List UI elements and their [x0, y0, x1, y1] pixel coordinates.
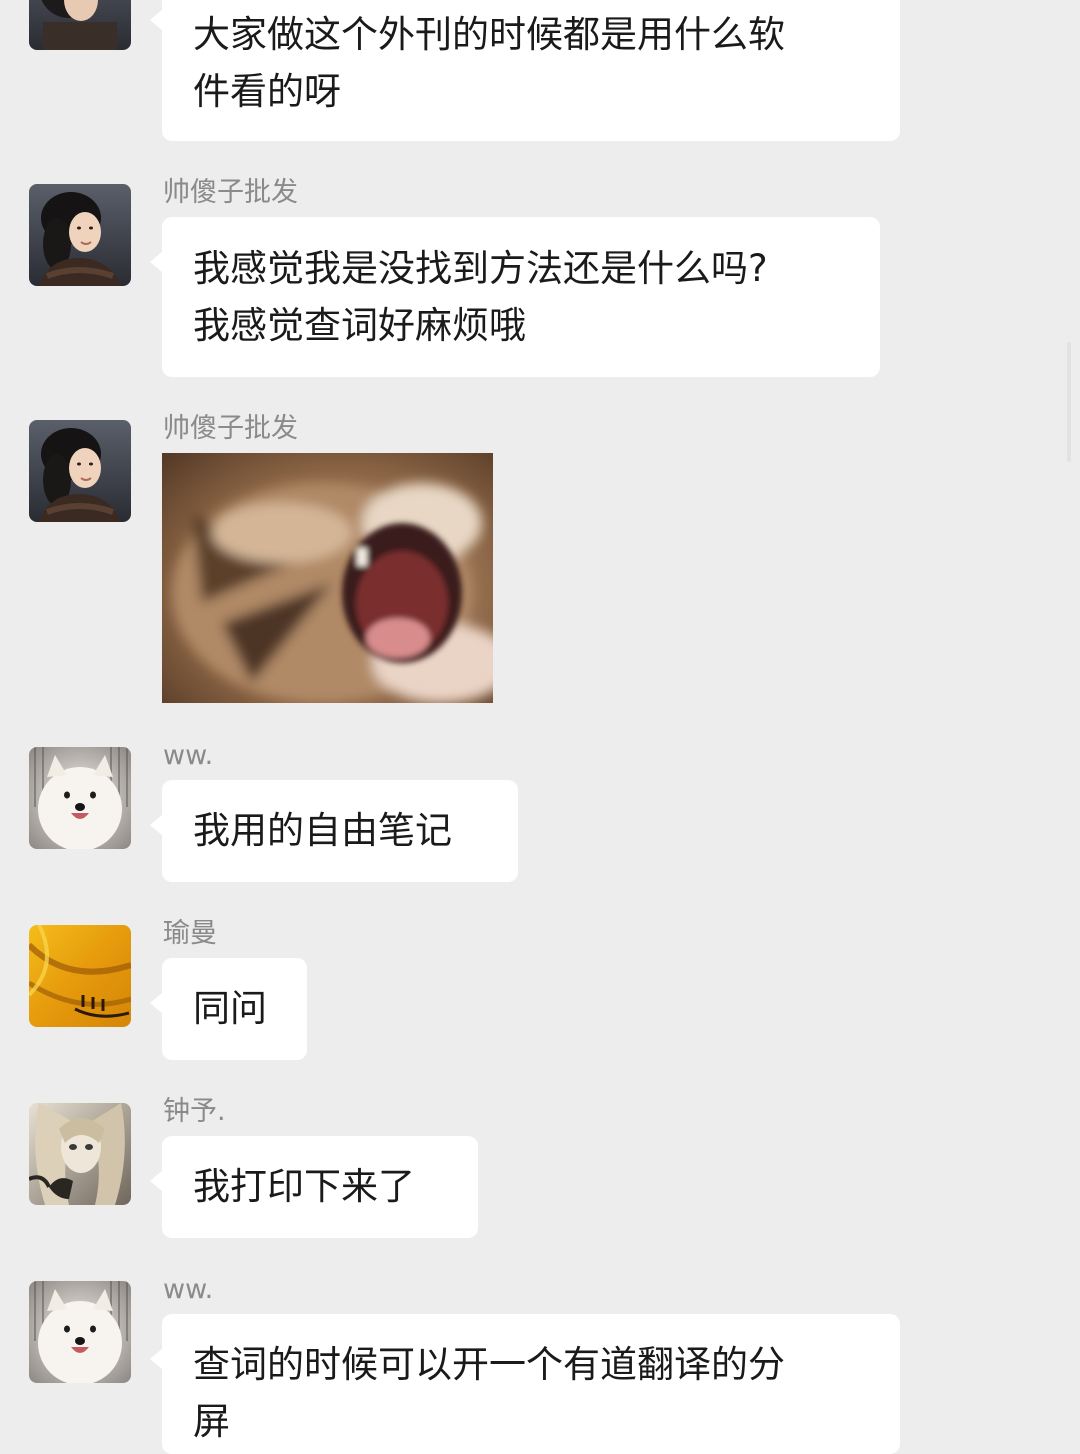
yellow-abstract-avatar[interactable]	[29, 925, 131, 1027]
message-text-line: 同问	[193, 987, 267, 1030]
chat-message-list[interactable]: 大家做这个外刊的时候都是用什么软 件看的呀 帅傻子批发 我感觉我是没找到方法还是…	[0, 0, 1080, 1454]
message-bubble[interactable]: 大家做这个外刊的时候都是用什么软 件看的呀	[150, 0, 900, 141]
white-dog-avatar[interactable]	[29, 747, 131, 849]
message-bubble[interactable]: 我打印下来了	[150, 1136, 478, 1238]
message-bubble[interactable]: 我感觉我是没找到方法还是什么吗? 我感觉查词好麻烦哦	[150, 217, 880, 377]
scrollbar[interactable]	[1067, 342, 1071, 462]
message-bubble[interactable]: 同问	[150, 958, 307, 1060]
message-text-line: 大家做这个外刊的时候都是用什么软	[193, 13, 785, 56]
message-text-line: 我打印下来了	[193, 1165, 415, 1208]
woman-portrait-avatar[interactable]	[29, 420, 131, 522]
message-text-line: 我用的自由笔记	[193, 809, 452, 852]
message-bubble[interactable]: 查词的时候可以开一个有道翻译的分 屏	[150, 1314, 900, 1454]
screaming-cat-sticker[interactable]	[162, 453, 493, 703]
white-dog-avatar[interactable]	[29, 1281, 131, 1383]
message-text-line: 我感觉我是没找到方法还是什么吗?	[193, 247, 768, 290]
sender-name: 瑜曼	[163, 918, 217, 949]
message-text-line: 屏	[193, 1400, 230, 1443]
woman-portrait-avatar[interactable]	[29, 184, 131, 286]
sender-name: ww.	[163, 1274, 214, 1305]
message-text-line: 件看的呀	[193, 70, 341, 113]
message-text-line: 我感觉查词好麻烦哦	[193, 304, 526, 347]
sender-name: 帅傻子批发	[163, 413, 298, 444]
woman-portrait-avatar[interactable]	[29, 0, 131, 50]
sender-name: 帅傻子批发	[163, 177, 298, 208]
sender-name: 钟予.	[163, 1096, 226, 1127]
anime-girl-avatar[interactable]	[29, 1103, 131, 1205]
message-bubble[interactable]: 我用的自由笔记	[150, 780, 518, 882]
message-text-line: 查词的时候可以开一个有道翻译的分	[193, 1343, 785, 1386]
sender-name: ww.	[163, 740, 214, 771]
